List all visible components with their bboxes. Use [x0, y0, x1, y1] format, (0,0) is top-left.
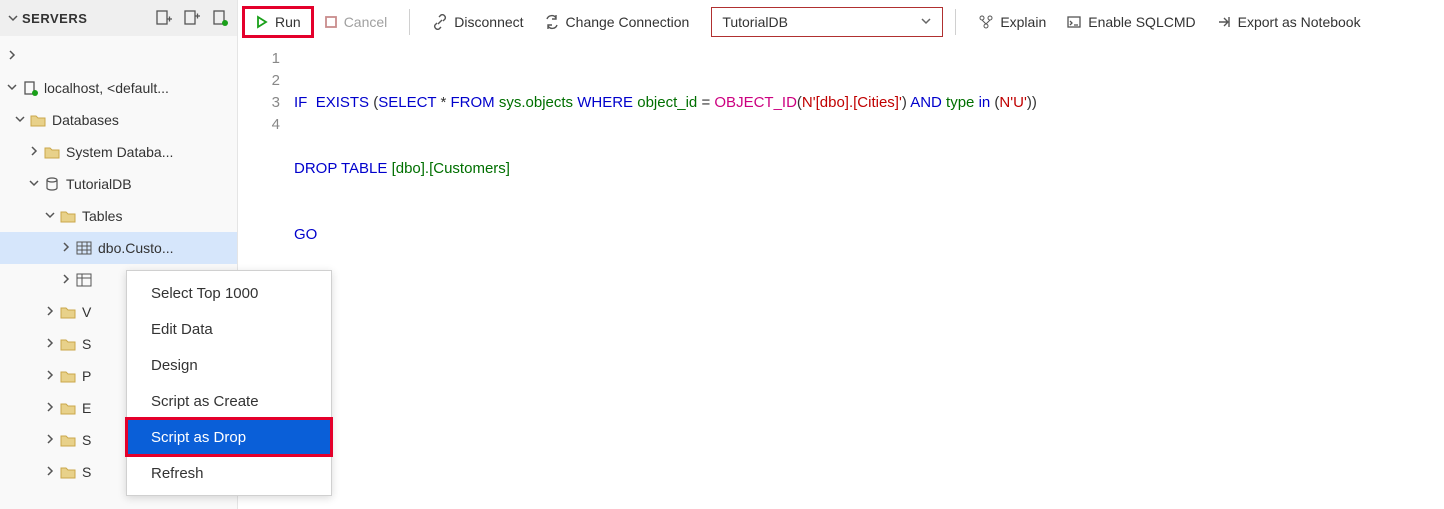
line-number: 2 — [238, 70, 280, 92]
server-icon — [20, 80, 40, 96]
server-label: localhost, <default... — [44, 80, 169, 96]
server-node[interactable]: localhost, <default... — [0, 72, 237, 104]
export-notebook-label: Export as Notebook — [1238, 14, 1361, 30]
explain-icon — [978, 14, 994, 30]
menu-refresh[interactable]: Refresh — [127, 455, 331, 491]
database-selected-label: TutorialDB — [722, 14, 788, 30]
menu-script-as-drop[interactable]: Script as Drop — [127, 419, 331, 455]
server-status-icon[interactable] — [211, 9, 229, 27]
chevron-right-icon — [58, 274, 74, 287]
change-connection-button[interactable]: Change Connection — [534, 6, 700, 38]
disconnect-label: Disconnect — [454, 14, 523, 30]
run-button[interactable]: Run — [242, 6, 314, 38]
editor-content[interactable]: IF EXISTS (SELECT * FROM sys.objects WHE… — [294, 44, 1444, 509]
databases-node[interactable]: Databases — [0, 104, 237, 136]
sql-editor[interactable]: 1 2 3 4 IF EXISTS (SELECT * FROM sys.obj… — [238, 44, 1444, 509]
line-number: 1 — [238, 48, 280, 70]
export-icon — [1216, 14, 1232, 30]
menu-select-top-1000[interactable]: Select Top 1000 — [127, 275, 331, 311]
chevron-down-icon[interactable] — [8, 13, 22, 23]
table-context-menu: Select Top 1000 Edit Data Design Script … — [126, 270, 332, 496]
tree-folder-label: S — [82, 432, 91, 448]
menu-design[interactable]: Design — [127, 347, 331, 383]
tree-folder-label: E — [82, 400, 91, 416]
table-custo-label: dbo.Custo... — [98, 240, 174, 256]
tree-folder-label: V — [82, 304, 91, 320]
table-icon — [74, 241, 94, 255]
system-databases-label: System Databa... — [66, 144, 173, 160]
table-icon — [74, 273, 94, 287]
toolbar-separator — [955, 9, 956, 35]
tree-placeholder-row[interactable] — [0, 40, 237, 72]
stop-icon — [324, 15, 338, 29]
new-connection-icon[interactable] — [183, 9, 201, 27]
new-query-icon[interactable] — [155, 9, 173, 27]
database-selector[interactable]: TutorialDB — [711, 7, 943, 37]
table-custo-node[interactable]: dbo.Custo... — [0, 232, 237, 264]
tutorialdb-node[interactable]: TutorialDB — [0, 168, 237, 200]
export-notebook-button[interactable]: Export as Notebook — [1206, 6, 1371, 38]
disconnect-button[interactable]: Disconnect — [422, 6, 533, 38]
tree-folder-label: S — [82, 336, 91, 352]
folder-icon — [58, 401, 78, 415]
main-area: Run Cancel Disconnect Change Connection … — [238, 0, 1444, 509]
chevron-right-icon — [42, 370, 58, 383]
line-number: 3 — [238, 92, 280, 114]
databases-label: Databases — [52, 112, 119, 128]
change-connection-label: Change Connection — [566, 14, 690, 30]
explain-label: Explain — [1000, 14, 1046, 30]
chevron-down-icon — [920, 14, 932, 30]
play-icon — [255, 15, 269, 29]
chevron-down-icon — [4, 82, 20, 95]
cancel-label: Cancel — [344, 14, 388, 30]
chevron-right-icon — [42, 434, 58, 447]
toolbar-separator — [409, 9, 410, 35]
chevron-right-icon — [26, 146, 42, 159]
code-line-3: GO — [294, 224, 1444, 246]
sidebar-title: SERVERS — [22, 11, 145, 26]
run-label: Run — [275, 14, 301, 30]
menu-script-as-create[interactable]: Script as Create — [127, 383, 331, 419]
folder-icon — [58, 433, 78, 447]
enable-sqlcmd-label: Enable SQLCMD — [1088, 14, 1195, 30]
tree-folder-label: P — [82, 368, 91, 384]
chevron-right-icon — [58, 242, 74, 255]
enable-sqlcmd-button[interactable]: Enable SQLCMD — [1056, 6, 1205, 38]
database-icon — [42, 176, 62, 192]
tables-label: Tables — [82, 208, 122, 224]
chevron-right-icon — [42, 402, 58, 415]
code-line-1: IF EXISTS (SELECT * FROM sys.objects WHE… — [294, 92, 1444, 114]
chevron-right-icon — [42, 306, 58, 319]
system-databases-node[interactable]: System Databa... — [0, 136, 237, 168]
sqlcmd-icon — [1066, 14, 1082, 30]
tutorialdb-label: TutorialDB — [66, 176, 132, 192]
folder-icon — [42, 145, 62, 159]
folder-icon — [58, 209, 78, 223]
chevron-down-icon — [42, 210, 58, 223]
folder-icon — [58, 305, 78, 319]
tables-node[interactable]: Tables — [0, 200, 237, 232]
code-line-2: DROP TABLE [dbo].[Customers] — [294, 158, 1444, 180]
explain-button[interactable]: Explain — [968, 6, 1056, 38]
chevron-down-icon — [12, 114, 28, 127]
tree-folder-label: S — [82, 464, 91, 480]
sidebar-header: SERVERS — [0, 0, 237, 36]
code-line-4 — [294, 290, 1444, 312]
folder-icon — [28, 113, 48, 127]
cancel-button[interactable]: Cancel — [314, 6, 398, 38]
chevron-right-icon — [42, 338, 58, 351]
disconnect-icon — [432, 14, 448, 30]
chevron-right-icon — [42, 466, 58, 479]
chevron-right-icon — [4, 50, 20, 63]
chevron-down-icon — [26, 178, 42, 191]
menu-edit-data[interactable]: Edit Data — [127, 311, 331, 347]
line-number: 4 — [238, 114, 280, 136]
folder-icon — [58, 465, 78, 479]
change-connection-icon — [544, 14, 560, 30]
folder-icon — [58, 369, 78, 383]
query-toolbar: Run Cancel Disconnect Change Connection … — [238, 0, 1444, 44]
folder-icon — [58, 337, 78, 351]
